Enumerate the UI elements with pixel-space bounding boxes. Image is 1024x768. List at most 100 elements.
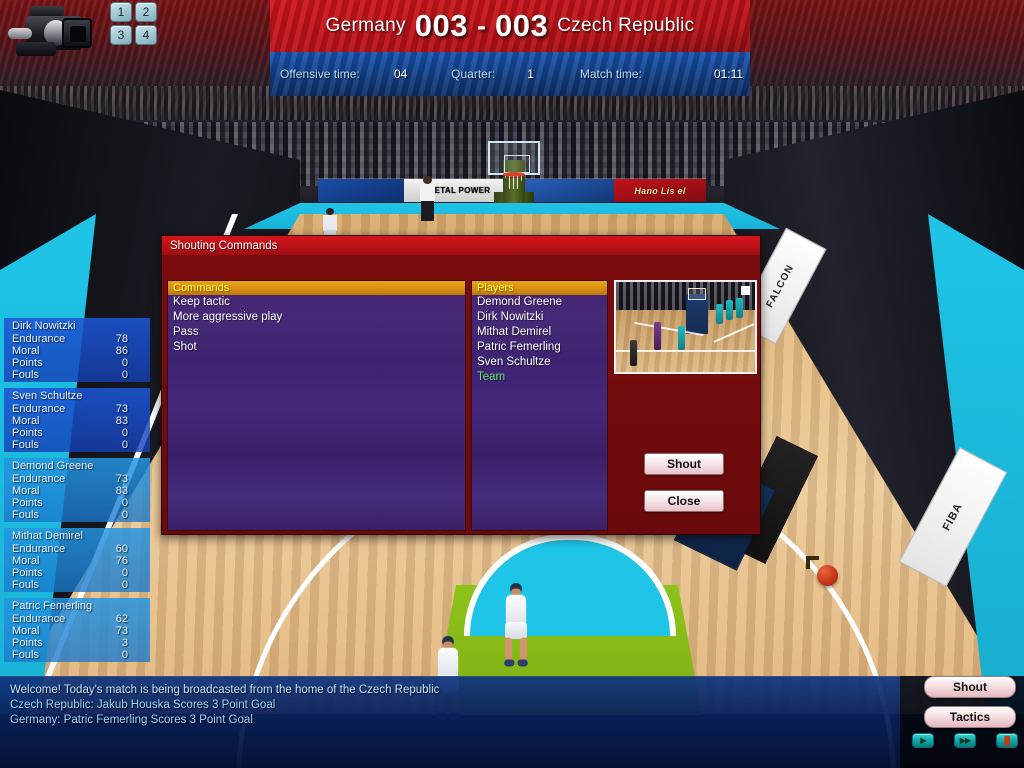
stat-value: 86 xyxy=(115,345,128,357)
player-name: Demond Greene xyxy=(12,460,94,472)
players-list-header: Players xyxy=(472,281,607,295)
score-separator: - xyxy=(476,10,486,41)
ball-direction-marker xyxy=(806,556,819,569)
stat-key: Moral xyxy=(12,485,40,497)
backboard xyxy=(488,141,540,175)
tv-camera-icon xyxy=(0,0,100,58)
court-video-preview xyxy=(614,280,757,374)
stat-value: 0 xyxy=(121,427,128,439)
tactics-button[interactable]: Tactics xyxy=(924,706,1016,728)
stat-key: Moral xyxy=(12,625,40,637)
stat-key: Points xyxy=(12,567,43,579)
dialog-shout-button[interactable]: Shout xyxy=(644,453,724,475)
pause-speed-icon[interactable]: ▐▌ xyxy=(996,733,1018,748)
stat-key: Endurance xyxy=(12,613,66,625)
scoreboard: Germany 003 - 003 Czech Republic xyxy=(270,0,750,52)
stat-value: 62 xyxy=(115,613,128,625)
stat-key: Fouls xyxy=(12,579,39,591)
player-item-mithat-demirel[interactable]: Mithat Demirel xyxy=(472,325,607,340)
stat-key: Moral xyxy=(12,555,40,567)
play-speed-icon[interactable]: ▶ xyxy=(912,733,934,748)
stat-key: Points xyxy=(12,637,43,649)
match-time-value: 01:11 xyxy=(713,67,744,81)
basketball xyxy=(817,565,838,586)
command-item-more-aggressive-play[interactable]: More aggressive play xyxy=(168,310,465,325)
stat-value: 83 xyxy=(115,415,128,427)
player-stat-panel-mithat-demirel: Mithat Demirel Endurance 60 Moral 76 Point… xyxy=(4,528,150,592)
stat-value: 3 xyxy=(121,637,128,649)
log-line: Germany: Patric Femerling Scores 3 Point… xyxy=(10,714,253,726)
stat-key: Endurance xyxy=(12,333,66,345)
player-item-patric-femerling[interactable]: Patric Femerling xyxy=(472,340,607,355)
player-item-sven-schultze[interactable]: Sven Schultze xyxy=(472,355,607,370)
camera-angle-button-2[interactable]: 2 xyxy=(135,2,157,22)
stat-key: Moral xyxy=(12,415,40,427)
home-team-score: 003 xyxy=(414,8,468,43)
log-line: Welcome! Today's match is being broadcas… xyxy=(10,684,440,696)
stat-key: Fouls xyxy=(12,439,39,451)
camera-angle-buttons: 1 2 3 4 xyxy=(110,2,157,45)
shout-button[interactable]: Shout xyxy=(924,676,1016,698)
stat-key: Points xyxy=(12,497,43,509)
commands-list-header: Commands xyxy=(168,281,465,295)
shouting-commands-dialog: Shouting Commands Commands Keep tactic M… xyxy=(161,235,761,535)
player-name: Dirk Nowitzki xyxy=(12,320,76,332)
camera-angle-button-1[interactable]: 1 xyxy=(110,2,132,22)
fast-forward-speed-icon[interactable]: ▶▶ xyxy=(954,733,976,748)
stat-value: 76 xyxy=(115,555,128,567)
stat-key: Moral xyxy=(12,345,40,357)
dialog-body: Commands Keep tactic More aggressive pla… xyxy=(162,255,760,536)
stat-key: Endurance xyxy=(12,403,66,415)
stat-value: 78 xyxy=(115,333,128,345)
player-item-team[interactable]: Team xyxy=(472,370,607,385)
offensive-time-value: 04 xyxy=(393,67,408,81)
player-stat-panel-dirk-nowitzki: Dirk Nowitzki Endurance 78 Moral 86 Points… xyxy=(4,318,150,382)
away-team-score: 003 xyxy=(494,8,549,43)
player-stat-panel-patric-femerling: Patric Femerling Endurance 62 Moral 73 Poi… xyxy=(4,598,150,662)
game-screen: METAL POWER Hano Lis el FALCON FIBA 1 2 … xyxy=(0,0,1024,768)
command-item-shot[interactable]: Shot xyxy=(168,340,465,355)
stat-key: Fouls xyxy=(12,509,39,521)
stat-key: Fouls xyxy=(12,369,39,381)
ad-board-4: Hano Lis el xyxy=(614,179,706,202)
log-line: Czech Republic: Jakub Houska Scores 3 Po… xyxy=(10,699,276,711)
camera-angle-button-3[interactable]: 3 xyxy=(110,25,132,45)
stat-key: Fouls xyxy=(12,649,39,661)
stat-value: 0 xyxy=(121,357,128,369)
player-item-demond-greene[interactable]: Demond Greene xyxy=(472,295,607,310)
dialog-title: Shouting Commands xyxy=(162,236,760,255)
stat-key: Endurance xyxy=(12,543,66,555)
stat-value: 0 xyxy=(121,649,128,661)
command-item-keep-tactic[interactable]: Keep tactic xyxy=(168,295,465,310)
player-name: Patric Femerling xyxy=(12,600,93,612)
stat-value: 0 xyxy=(121,497,128,509)
stat-value: 73 xyxy=(115,473,128,485)
player-item-dirk-nowitzki[interactable]: Dirk Nowitzki xyxy=(472,310,607,325)
players-listbox[interactable]: Players Demond Greene Dirk Nowitzki Mith… xyxy=(471,280,608,531)
stat-value: 0 xyxy=(121,579,128,591)
stat-value: 60 xyxy=(115,543,128,555)
player-stat-panel-sven-schultze: Sven Schultze Endurance 73 Moral 83 Points… xyxy=(4,388,150,452)
camera-angle-button-4[interactable]: 4 xyxy=(135,25,157,45)
dialog-close-button[interactable]: Close xyxy=(644,490,724,512)
stat-key: Endurance xyxy=(12,473,66,485)
match-time-label: Match time: xyxy=(579,67,642,81)
commands-listbox[interactable]: Commands Keep tactic More aggressive pla… xyxy=(167,280,466,531)
player-name: Mithat Demirel xyxy=(12,530,83,542)
command-item-pass[interactable]: Pass xyxy=(168,325,465,340)
quarter-value: 1 xyxy=(527,67,534,81)
player-name: Sven Schultze xyxy=(12,390,83,402)
stat-value: 73 xyxy=(115,403,128,415)
stat-value: 0 xyxy=(121,567,128,579)
away-team-name: Czech Republic xyxy=(557,15,695,36)
stat-value: 73 xyxy=(115,625,128,637)
playback-speed-controls: ▶ ▶▶ ▐▌ xyxy=(912,733,1018,748)
offensive-time-label: Offensive time: xyxy=(280,67,360,81)
stat-key: Points xyxy=(12,357,43,369)
stat-value: 0 xyxy=(121,439,128,451)
stat-key: Points xyxy=(12,427,43,439)
quarter-label: Quarter: xyxy=(451,67,496,81)
stat-value: 0 xyxy=(121,509,128,521)
stat-value: 0 xyxy=(121,369,128,381)
match-commentary-log[interactable]: Welcome! Today's match is being broadcas… xyxy=(0,676,900,768)
